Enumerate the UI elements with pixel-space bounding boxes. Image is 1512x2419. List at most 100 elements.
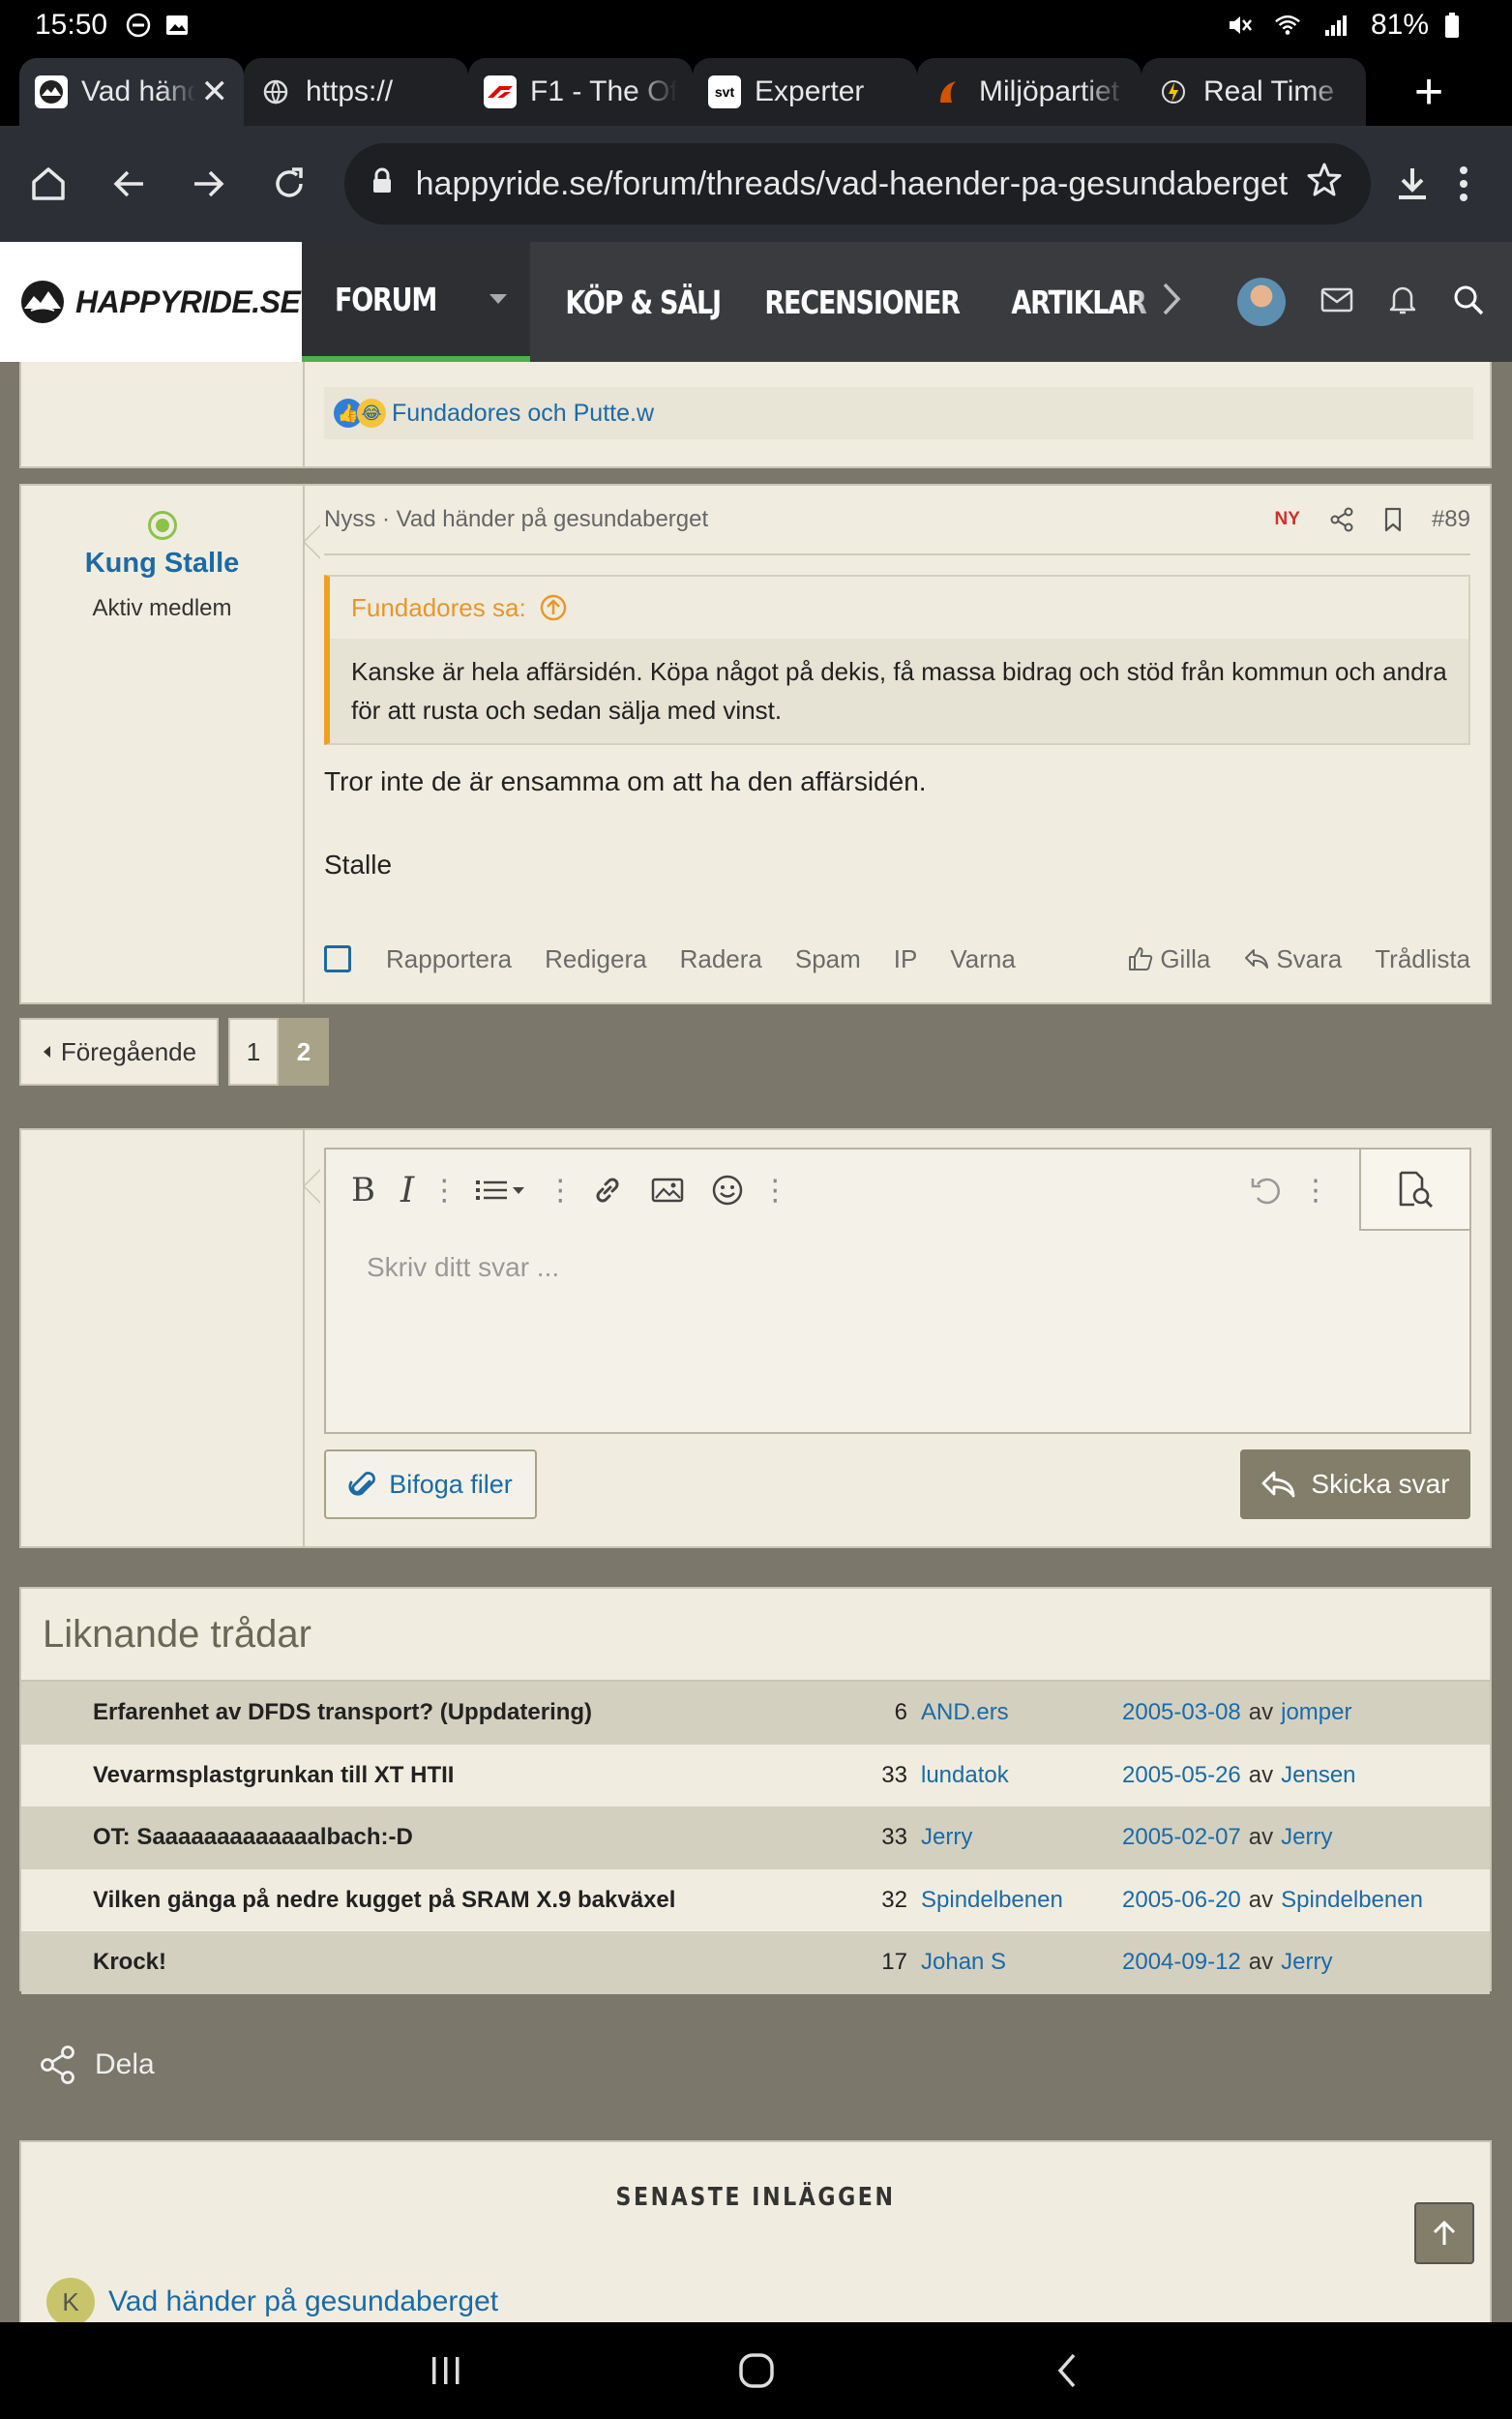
site-logo[interactable]: HAPPYRIDE.SE	[0, 242, 302, 362]
reply-textarea[interactable]: Skriv ditt svar ...	[326, 1231, 1469, 1432]
tab-url[interactable]: https://	[244, 58, 468, 126]
avatar[interactable]: K	[46, 2278, 95, 2326]
thread-title[interactable]: Erfarenhet av DFDS transport? (Uppdateri…	[21, 1699, 844, 1726]
tab-happyride[interactable]: Vad händer på gesundaberget ✕	[19, 58, 244, 126]
last-post-date[interactable]: 2005-06-20	[1122, 1887, 1241, 1914]
caret-left-icon	[43, 1046, 50, 1058]
share-button[interactable]: Dela	[39, 2036, 155, 2094]
new-tab-button[interactable]: +	[1395, 58, 1463, 126]
last-post-date[interactable]: 2005-05-26	[1122, 1762, 1241, 1789]
thread-author[interactable]: Spindelbenen	[921, 1887, 1122, 1914]
post-signature: Stalle	[324, 850, 393, 880]
reactions-bar[interactable]: 👍 😂 Fundadores och Putte.w	[324, 387, 1473, 439]
download-icon[interactable]	[1386, 150, 1438, 218]
image-icon[interactable]	[650, 1171, 685, 1210]
last-post-user[interactable]: Jerry	[1281, 1824, 1332, 1851]
nav-scroll-right-icon[interactable]	[1133, 242, 1210, 356]
bookmark-star-icon[interactable]	[1305, 161, 1344, 208]
post-meta-text[interactable]: Nyss · Vad händer på gesundaberget	[324, 506, 708, 533]
more-formatting-icon[interactable]: ⋮	[430, 1174, 459, 1208]
inbox-icon[interactable]	[1320, 286, 1353, 318]
threadlist-button[interactable]: Trådlista	[1375, 944, 1470, 974]
tab-mp[interactable]: Miljöpartiet	[917, 58, 1141, 126]
ip-button[interactable]: IP	[894, 944, 918, 974]
user-avatar[interactable]	[1237, 278, 1286, 326]
quote-header[interactable]: Fundadores sa:	[330, 577, 1468, 639]
similar-threads-list: Erfarenhet av DFDS transport? (Uppdateri…	[21, 1682, 1490, 1994]
last-post-user[interactable]: Spindelbenen	[1281, 1887, 1423, 1914]
reply-button[interactable]: Svara	[1243, 944, 1342, 974]
browser-menu-icon[interactable]	[1438, 150, 1489, 218]
recent-apps-icon[interactable]	[407, 2332, 485, 2409]
reply-count: 33	[881, 1761, 907, 1788]
thread-author[interactable]: lundatok	[921, 1762, 1122, 1789]
tab-f1[interactable]: F1 - The Official Home	[468, 58, 693, 126]
page-1-link[interactable]: 1	[228, 1018, 279, 1086]
post-number[interactable]: #89	[1432, 506, 1470, 533]
back-button-icon[interactable]	[1028, 2332, 1106, 2409]
edit-button[interactable]: Redigera	[545, 944, 647, 974]
thread-author[interactable]: Jerry	[921, 1824, 1122, 1851]
post-username[interactable]: Kung Stalle	[21, 548, 303, 580]
more-insert-icon[interactable]: ⋮	[760, 1174, 789, 1208]
undo-icon[interactable]	[1249, 1171, 1286, 1210]
page-2-current[interactable]: 2	[279, 1018, 329, 1086]
last-post-user[interactable]: Jerry	[1281, 1949, 1332, 1976]
last-post-user[interactable]: jomper	[1281, 1699, 1351, 1726]
latest-thread-link[interactable]: Vad händer på gesundaberget	[108, 2285, 498, 2318]
spam-button[interactable]: Spam	[795, 944, 861, 974]
thread-title[interactable]: OT: Saaaaaaaaaaaaalbach:-D	[21, 1824, 844, 1851]
thread-author[interactable]: Johan S	[921, 1949, 1122, 1976]
reload-icon[interactable]	[264, 150, 315, 218]
nav-forum[interactable]: FORUM	[302, 242, 466, 362]
preview-icon[interactable]	[1359, 1150, 1469, 1231]
emoji-icon[interactable]	[710, 1171, 745, 1210]
table-row[interactable]: Vevarmsplastgrunkan till XT HTII 33 lund…	[21, 1744, 1490, 1807]
share-icon[interactable]	[1329, 507, 1354, 532]
close-icon[interactable]: ✕	[201, 73, 229, 111]
report-button[interactable]: Rapportera	[386, 944, 512, 974]
like-button[interactable]: Gilla	[1127, 944, 1210, 974]
table-row[interactable]: Vilken gänga på nedre kugget på SRAM X.9…	[21, 1868, 1490, 1931]
select-checkbox[interactable]	[324, 945, 351, 972]
thread-author[interactable]: AND.ers	[921, 1699, 1122, 1726]
link-icon[interactable]	[590, 1171, 625, 1210]
nav-kop-salj[interactable]: KÖP & SÄLJ	[549, 242, 736, 362]
thread-title[interactable]: Vilken gänga på nedre kugget på SRAM X.9…	[21, 1887, 844, 1914]
bold-icon[interactable]: B	[351, 1171, 375, 1210]
tab-realtime[interactable]: Real Time	[1141, 58, 1366, 126]
back-icon[interactable]	[104, 150, 155, 218]
last-post-date[interactable]: 2005-03-08	[1122, 1699, 1241, 1726]
reactions-text[interactable]: Fundadores och Putte.w	[392, 400, 654, 428]
warn-button[interactable]: Varna	[950, 944, 1015, 974]
forward-icon[interactable]	[184, 150, 235, 218]
tab-svt[interactable]: svt Experter	[693, 58, 917, 126]
table-row[interactable]: Krock! 17 Johan S 2004-09-12 av Jerry	[21, 1931, 1490, 1994]
last-post-user[interactable]: Jensen	[1281, 1762, 1355, 1789]
table-row[interactable]: Erfarenhet av DFDS transport? (Uppdateri…	[21, 1682, 1490, 1745]
bookmark-icon[interactable]	[1383, 507, 1403, 532]
thread-title[interactable]: Vevarmsplastgrunkan till XT HTII	[21, 1762, 844, 1789]
bell-icon[interactable]	[1388, 284, 1417, 321]
more-list-icon[interactable]: ⋮	[546, 1174, 575, 1208]
arrow-up-circle-icon[interactable]	[540, 594, 567, 621]
more-editor-icon[interactable]: ⋮	[1301, 1174, 1330, 1208]
previous-page-button[interactable]: Föregående	[19, 1018, 219, 1086]
home-button-icon[interactable]	[718, 2332, 795, 2409]
table-row[interactable]: OT: Saaaaaaaaaaaaalbach:-D 33 Jerry 2005…	[21, 1807, 1490, 1869]
thread-title[interactable]: Krock!	[21, 1949, 844, 1976]
submit-reply-button[interactable]: Skicka svar	[1240, 1449, 1470, 1519]
scroll-to-top-button[interactable]	[1414, 2202, 1474, 2264]
attach-files-button[interactable]: Bifoga filer	[324, 1449, 537, 1519]
home-icon[interactable]	[23, 150, 74, 218]
nav-recensioner[interactable]: RECENSIONER	[749, 242, 975, 362]
address-bar[interactable]: happyride.se/forum/threads/vad-haender-p…	[343, 143, 1372, 224]
list-icon[interactable]	[474, 1171, 530, 1210]
delete-button[interactable]: Radera	[680, 944, 762, 974]
italic-icon[interactable]: I	[400, 1171, 414, 1210]
last-post-date[interactable]: 2005-02-07	[1122, 1824, 1241, 1851]
browser-toolbar: happyride.se/forum/threads/vad-haender-p…	[0, 126, 1512, 242]
nav-forum-dropdown[interactable]	[466, 242, 530, 362]
last-post-date[interactable]: 2004-09-12	[1122, 1949, 1241, 1976]
search-icon[interactable]	[1452, 284, 1485, 321]
